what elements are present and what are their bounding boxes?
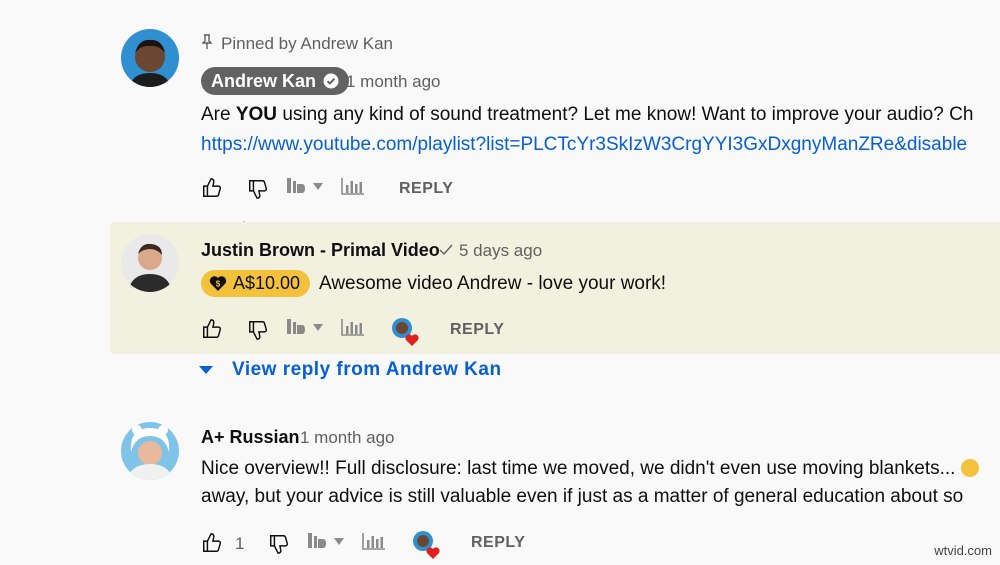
verified-check-icon (323, 73, 339, 89)
author-name: Andrew Kan (211, 70, 317, 91)
tubebuddy-icon[interactable] (286, 177, 328, 195)
checkmark-icon (439, 243, 453, 257)
watermark: wtvid.com (934, 543, 992, 558)
comment-time[interactable]: 5 days ago (459, 241, 542, 261)
like-icon[interactable] (201, 532, 223, 554)
comment-text-part: Are (201, 104, 236, 125)
tubebuddy-icon[interactable] (307, 532, 349, 550)
comment-text-content: Nice overview!! Full disclosure: last ti… (201, 458, 956, 479)
view-replies-button[interactable]: View reply from Andrew Kan (198, 359, 502, 381)
author-name[interactable]: Justin Brown - Primal Video (201, 240, 440, 261)
analytics-icon[interactable] (341, 177, 365, 195)
author-name[interactable]: A+ Russian (201, 427, 300, 448)
creator-heart-icon[interactable] (391, 317, 421, 347)
comment-time[interactable]: 1 month ago (300, 428, 395, 448)
comment-text-part: using any kind of sound treatment? Let m… (277, 104, 974, 125)
dislike-icon[interactable] (268, 533, 290, 555)
avatar-justin-brown[interactable] (121, 234, 179, 292)
comment-link[interactable]: https://www.youtube.com/playlist?list=PL… (201, 134, 967, 156)
comment-text-line2: away, but your advice is still valuable … (201, 486, 964, 507)
avatar-a-plus-russian[interactable] (121, 422, 179, 480)
super-thanks-badge: $ A$10.00 (201, 270, 311, 297)
analytics-icon[interactable] (362, 532, 386, 550)
pinned-label: Pinned by Andrew Kan (221, 34, 394, 53)
comment-text-line1: Nice overview!! Full disclosure: last ti… (201, 458, 979, 480)
author-andrew-kan[interactable]: Andrew Kan (201, 67, 350, 95)
caret-down-icon (198, 365, 214, 375)
analytics-icon[interactable] (341, 318, 365, 336)
creator-heart-icon[interactable] (412, 530, 442, 560)
like-count: 1 (235, 534, 245, 553)
comment-text: Are YOU using any kind of sound treatmen… (201, 104, 973, 126)
like-icon[interactable] (201, 318, 223, 340)
pin-icon (202, 34, 212, 50)
like-icon[interactable] (201, 177, 223, 199)
reply-button[interactable]: REPLY (399, 180, 453, 198)
dislike-icon[interactable] (247, 178, 269, 200)
tubebuddy-icon[interactable] (286, 318, 328, 336)
reply-button[interactable]: REPLY (471, 534, 525, 552)
reply-button[interactable]: REPLY (450, 321, 504, 339)
donation-amount: A$10.00 (233, 273, 301, 293)
avatar-andrew-kan[interactable] (121, 29, 179, 87)
comment-time[interactable]: 1 month ago (346, 72, 441, 92)
comment-text: Awesome video Andrew - love your work! (319, 273, 667, 294)
dislike-icon[interactable] (247, 319, 269, 341)
super-thanks-heart-icon: $ (209, 275, 227, 292)
view-replies-label: View reply from Andrew Kan (232, 359, 502, 380)
svg-text:$: $ (216, 280, 221, 289)
comment-text-bold: YOU (235, 104, 278, 125)
emoji-icon (960, 459, 979, 477)
